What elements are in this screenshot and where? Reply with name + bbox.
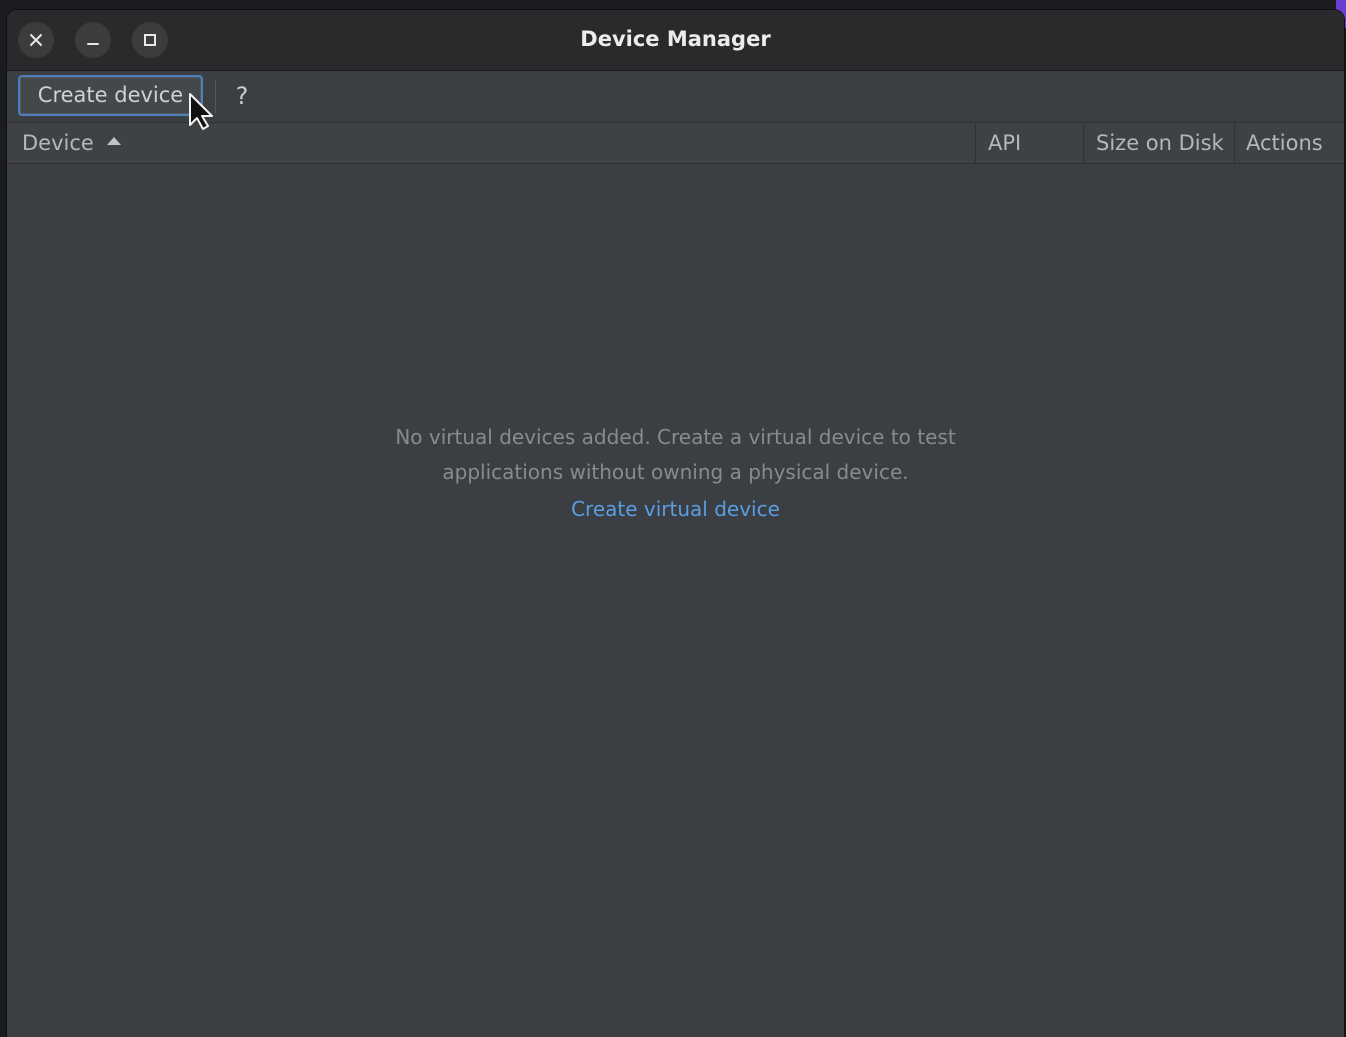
create-virtual-device-link-row: Create virtual device xyxy=(7,494,1344,524)
column-header-actions[interactable]: Actions xyxy=(1234,123,1344,163)
toolbar: Create device ? xyxy=(7,71,1344,123)
create-device-button[interactable]: Create device xyxy=(18,75,203,116)
window-title: Device Manager xyxy=(580,27,771,51)
device-table-body: No virtual devices added. Create a virtu… xyxy=(7,164,1344,1037)
column-header-device[interactable]: Device xyxy=(7,123,974,163)
title-bar[interactable]: Device Manager xyxy=(7,10,1344,71)
column-header-label: Device xyxy=(22,131,94,155)
column-header-label: Actions xyxy=(1246,131,1323,155)
empty-state-message: No virtual devices added. Create a virtu… xyxy=(7,420,1344,490)
desktop: Device Manager Create device ? Device AP… xyxy=(0,0,1346,1037)
empty-state-line-1: No virtual devices added. Create a virtu… xyxy=(395,425,956,449)
column-header-size-on-disk[interactable]: Size on Disk xyxy=(1083,123,1233,163)
column-header-label: Size on Disk xyxy=(1096,131,1224,155)
toolbar-separator xyxy=(215,80,216,113)
column-header-label: API xyxy=(988,131,1022,155)
sort-ascending-icon xyxy=(106,137,121,145)
device-manager-window: Device Manager Create device ? Device AP… xyxy=(7,10,1344,1037)
create-virtual-device-link[interactable]: Create virtual device xyxy=(571,497,780,521)
help-button[interactable]: ? xyxy=(229,79,255,113)
empty-state-line-2: applications without owning a physical d… xyxy=(442,460,909,484)
column-header-api[interactable]: API xyxy=(975,123,1082,163)
table-header: Device API Size on Disk Actions xyxy=(7,123,1344,164)
